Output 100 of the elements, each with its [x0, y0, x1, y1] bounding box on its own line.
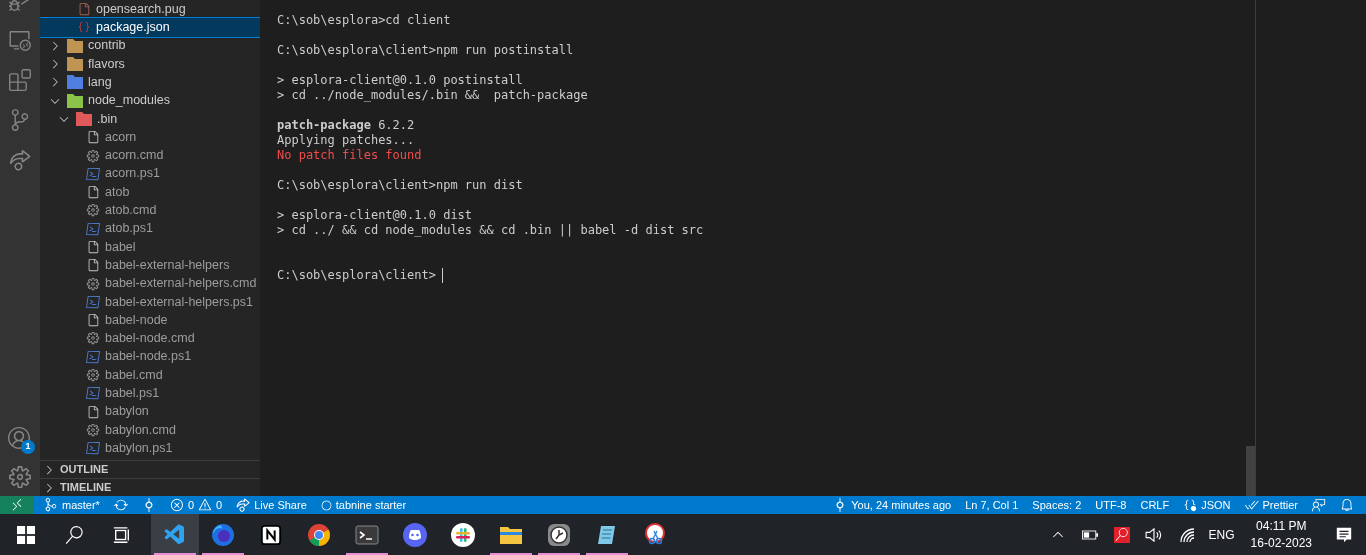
status-item[interactable]: CRLF	[1136, 496, 1174, 514]
tree-item[interactable]: babylon.cmd	[40, 420, 260, 440]
tree-item[interactable]: babel-node	[40, 311, 260, 330]
tree-item[interactable]: acorn.cmd	[40, 146, 260, 165]
gear-icon	[86, 422, 100, 437]
browser-globe-icon	[211, 522, 235, 547]
terminal-line: C:\sob\esplora\client>npm run postinstall	[277, 43, 574, 58]
file-icon	[86, 130, 100, 145]
clock-button[interactable]: 04:11 PM 16-02-2023	[1240, 517, 1322, 552]
settings-button[interactable]	[9, 466, 31, 488]
terminal-line: patch-package 6.2.2	[277, 118, 415, 133]
tree-item[interactable]: babel.cmd	[40, 365, 260, 385]
terminal-line: > esplora-client@0.1.0 dist	[277, 208, 473, 223]
language-button[interactable]: JSON	[1179, 496, 1235, 514]
tree-item[interactable]: babel-external-helpers	[40, 256, 260, 275]
notification-icon	[1335, 525, 1353, 544]
status-item[interactable]: Ln 7, Col 1	[961, 496, 1023, 514]
task-view-icon	[113, 525, 131, 544]
tabnine-button[interactable]: tabnine starter	[316, 496, 411, 514]
powershell-icon	[86, 349, 100, 364]
clock-icon	[547, 522, 571, 547]
tree-item[interactable]: acorn	[40, 128, 260, 147]
tree-item[interactable]: babel	[40, 237, 260, 257]
terminal-line: > esplora-client@0.1.0 postinstall	[277, 73, 523, 88]
gear-icon	[86, 148, 100, 163]
magnifier-app-icon	[1113, 526, 1130, 543]
notebook-icon	[260, 523, 282, 546]
terminal-line: C:\sob\esplora\client>npm run dist	[277, 178, 523, 193]
tree-item[interactable]: babylon	[40, 402, 260, 421]
powershell-icon	[86, 294, 100, 309]
braces-icon	[1183, 498, 1198, 512]
tree-item[interactable]: contrib	[40, 36, 260, 55]
tree-item[interactable]: babel-external-helpers.cmd	[40, 274, 260, 293]
search-icon	[65, 525, 83, 544]
windows-logo-icon	[17, 525, 35, 544]
tree-item[interactable]: atob.cmd	[40, 201, 260, 220]
speaker-icon	[1144, 527, 1163, 542]
error-count: 0	[187, 497, 195, 513]
notification-badge: 1	[21, 440, 35, 454]
feedback-icon	[1312, 498, 1326, 512]
section-header[interactable]: OUTLINE	[40, 460, 260, 478]
tree-item[interactable]: package.json	[40, 18, 260, 37]
terminal-line: > cd ../ && cd node_modules && cd .bin || babel -d dist src	[277, 223, 704, 238]
input-language-button[interactable]: ENG	[1202, 525, 1241, 544]
tree-item[interactable]: babel-node.cmd	[40, 329, 260, 348]
tree-item[interactable]: opensearch.pug	[40, 0, 260, 19]
live-share-icon	[236, 498, 251, 512]
problems-button[interactable]: 0 0	[165, 496, 227, 514]
tree-item[interactable]: babel.ps1	[40, 384, 260, 403]
live-share-button[interactable]: Live Share	[232, 496, 311, 514]
remote-icon	[10, 498, 24, 512]
battery-icon	[1081, 529, 1098, 540]
file-icon	[86, 258, 100, 273]
running-indicator	[202, 553, 244, 555]
error-line: No patch files found	[277, 148, 422, 163]
wifi-icon	[1178, 526, 1195, 543]
terminal-line: > cd ../node_modules/.bin && patch-package	[277, 88, 588, 103]
running-indicator	[538, 553, 580, 555]
tree-item[interactable]: acorn.ps1	[40, 164, 260, 183]
blame-button[interactable]: You, 24 minutes ago	[829, 496, 956, 514]
terminal-line: C:\sob\esplora>cd client	[277, 13, 451, 28]
scissors-icon	[643, 522, 667, 547]
formatter-button[interactable]: Prettier	[1240, 496, 1302, 514]
hashtag-app-icon	[451, 522, 475, 547]
tree-item[interactable]: atob	[40, 182, 260, 202]
browser-icon	[307, 522, 331, 547]
time-text: 04:11 PM	[1256, 517, 1307, 535]
tree-item[interactable]: .bin	[40, 109, 260, 129]
terminal-icon	[355, 522, 379, 547]
branch-button[interactable]: master*	[40, 496, 104, 514]
date-text: 16-02-2023	[1250, 534, 1312, 552]
status-item[interactable]: UTF-8	[1091, 496, 1131, 514]
tree-item[interactable]: lang	[40, 73, 260, 92]
code-editor-icon	[163, 522, 187, 547]
tree-item[interactable]: babel-external-helpers.ps1	[40, 292, 260, 312]
tree-item[interactable]: flavors	[40, 54, 260, 74]
tree-item[interactable]: babel-node.ps1	[40, 347, 260, 366]
gear-icon	[86, 368, 100, 383]
gear-icon	[86, 203, 100, 218]
powershell-icon	[86, 221, 100, 236]
terminal-line: Applying patches...	[277, 133, 415, 148]
running-indicator	[490, 553, 532, 555]
running-indicator	[154, 553, 196, 555]
file-icon	[86, 240, 100, 254]
running-indicator	[586, 553, 628, 555]
double-check-icon	[1244, 498, 1259, 512]
powershell-icon	[86, 386, 100, 401]
bell-icon	[1340, 498, 1354, 512]
tree-item[interactable]: babylon.ps1	[40, 439, 260, 458]
tree-item[interactable]: node_modules	[40, 91, 260, 110]
file-icon	[86, 404, 100, 419]
file-icon	[77, 2, 91, 17]
text-cursor	[441, 268, 443, 283]
branch-icon	[44, 498, 58, 512]
tree-item[interactable]: atob.ps1	[40, 219, 260, 238]
error-icon	[169, 498, 184, 512]
file-icon	[86, 185, 100, 200]
status-item[interactable]: Spaces: 2	[1028, 496, 1086, 514]
warning-icon	[198, 498, 213, 512]
chat-app-icon	[403, 522, 427, 547]
